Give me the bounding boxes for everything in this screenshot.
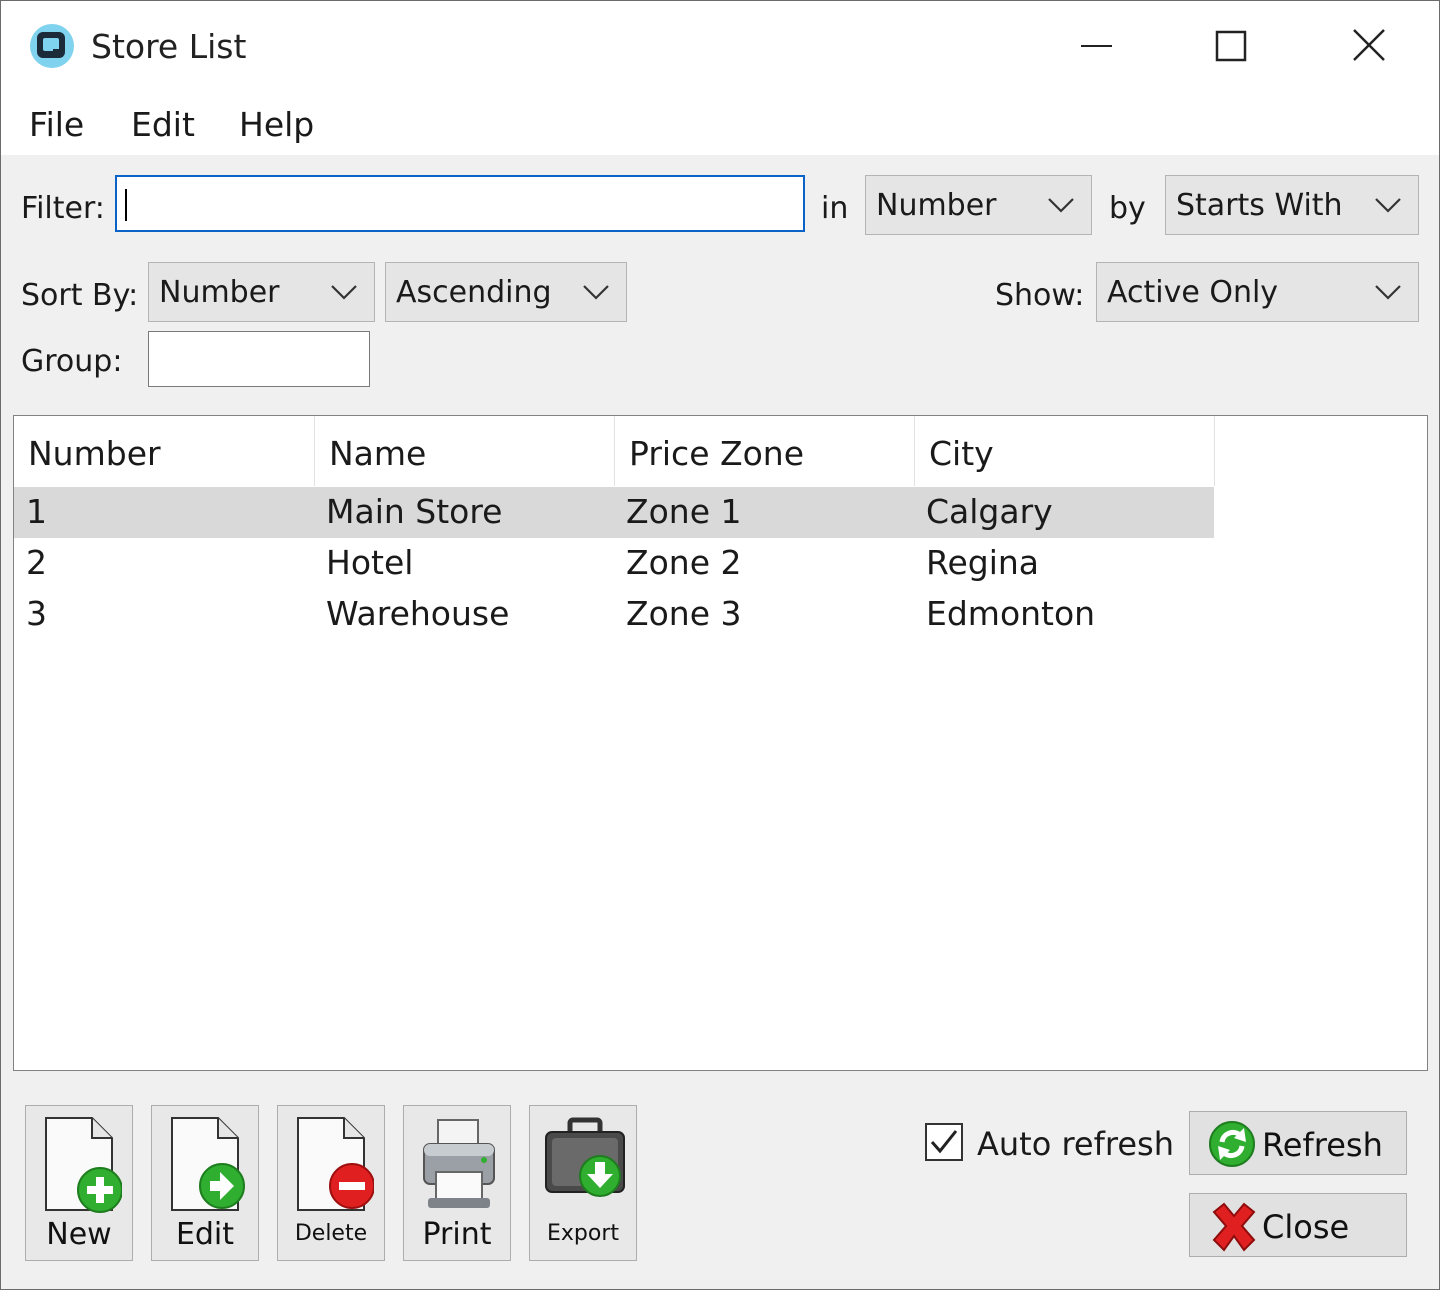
print-button[interactable]: Print (403, 1105, 511, 1261)
cell-name: Hotel (326, 543, 414, 582)
sort-field-select[interactable]: Number (148, 262, 375, 322)
export-button-label: Export (546, 1221, 619, 1246)
column-header-price-zone[interactable]: Price Zone (615, 416, 915, 486)
export-briefcase-icon (545, 1117, 625, 1197)
column-header-label: Number (28, 434, 161, 473)
cell-price-zone: Zone 1 (626, 492, 742, 531)
new-button[interactable]: New (25, 1105, 133, 1261)
cell-price-zone: Zone 3 (626, 594, 742, 633)
minimize-button[interactable] (1061, 15, 1131, 77)
show-label: Show: (995, 278, 1085, 313)
refresh-button[interactable]: Refresh (1189, 1111, 1407, 1175)
delete-button-label: Delete (294, 1221, 368, 1246)
print-button-label: Print (422, 1217, 492, 1252)
app-logo-icon (30, 24, 74, 68)
auto-refresh-checkbox[interactable] (925, 1123, 963, 1161)
sort-direction-select[interactable]: Ascending (385, 262, 627, 322)
chevron-down-icon (1375, 198, 1401, 213)
refresh-button-label: Refresh (1262, 1126, 1383, 1164)
chevron-down-icon (331, 285, 357, 300)
filter-label: Filter: (21, 191, 105, 226)
cell-number: 1 (26, 492, 47, 531)
refresh-icon (1209, 1121, 1255, 1167)
cell-city: Regina (926, 543, 1040, 582)
store-list-window: Store List File Edit Help Filter: in Num… (0, 0, 1440, 1290)
store-list-table[interactable]: Number Name Price Zone City 1 Main Store… (13, 415, 1428, 1071)
column-header-label: City (929, 434, 994, 473)
cell-number: 3 (26, 594, 47, 633)
cell-city: Edmonton (926, 594, 1096, 633)
text-caret (125, 189, 127, 221)
minimize-icon (1081, 45, 1112, 47)
edit-button[interactable]: Edit (151, 1105, 259, 1261)
cell-city: Calgary (926, 492, 1053, 531)
close-button-label: Close (1262, 1208, 1350, 1246)
filter-in-label: in (821, 191, 849, 226)
filter-by-label: by (1109, 191, 1146, 226)
filter-match-value: Starts With (1176, 188, 1343, 223)
filter-field-value: Number (876, 188, 997, 223)
menu-help[interactable]: Help (239, 105, 314, 144)
table-row[interactable]: 1 Main Store Zone 1 Calgary (14, 487, 1214, 538)
new-document-icon (45, 1117, 122, 1213)
group-label: Group: (21, 344, 123, 379)
maximize-button[interactable] (1197, 15, 1267, 77)
edit-document-icon (171, 1117, 245, 1211)
maximize-icon (1215, 30, 1247, 62)
table-row[interactable]: 2 Hotel Zone 2 Regina (14, 538, 1214, 589)
auto-refresh-label[interactable]: Auto refresh (977, 1125, 1174, 1163)
window-title: Store List (91, 27, 247, 66)
menu-file[interactable]: File (29, 105, 84, 144)
column-header-number[interactable]: Number (14, 416, 315, 486)
delete-document-icon (297, 1117, 374, 1211)
close-button[interactable]: Close (1189, 1193, 1407, 1257)
column-header-city[interactable]: City (915, 416, 1215, 486)
column-header-label: Name (329, 434, 427, 473)
menu-bar: File Edit Help (1, 93, 1439, 155)
sort-by-label: Sort By: (21, 278, 139, 313)
menu-edit[interactable]: Edit (131, 105, 195, 144)
chevron-down-icon (583, 285, 609, 300)
close-window-button[interactable] (1333, 15, 1403, 77)
red-x-icon (1212, 1202, 1256, 1252)
export-button[interactable]: Export (529, 1105, 637, 1261)
printer-icon (423, 1119, 495, 1208)
delete-button[interactable]: Delete (277, 1105, 385, 1261)
chevron-down-icon (1375, 285, 1401, 300)
edit-button-label: Edit (175, 1217, 235, 1252)
filter-input[interactable] (115, 175, 805, 232)
title-bar: Store List (1, 1, 1439, 93)
checkmark-icon (930, 1130, 958, 1154)
filter-match-select[interactable]: Starts With (1165, 175, 1419, 235)
show-select[interactable]: Active Only (1096, 262, 1419, 322)
column-header-name[interactable]: Name (315, 416, 615, 486)
table-row[interactable]: 3 Warehouse Zone 3 Edmonton (14, 589, 1214, 640)
group-input[interactable] (148, 331, 370, 387)
column-header-label: Price Zone (629, 434, 805, 473)
show-value: Active Only (1107, 275, 1279, 310)
close-icon (1353, 29, 1385, 61)
cell-number: 2 (26, 543, 47, 582)
sort-direction-value: Ascending (396, 275, 552, 310)
cell-name: Main Store (326, 492, 503, 531)
new-button-label: New (46, 1217, 112, 1252)
cell-name: Warehouse (326, 594, 510, 633)
chevron-down-icon (1048, 198, 1074, 213)
cell-price-zone: Zone 2 (626, 543, 742, 582)
filter-field-select[interactable]: Number (865, 175, 1092, 235)
sort-field-value: Number (159, 275, 280, 310)
